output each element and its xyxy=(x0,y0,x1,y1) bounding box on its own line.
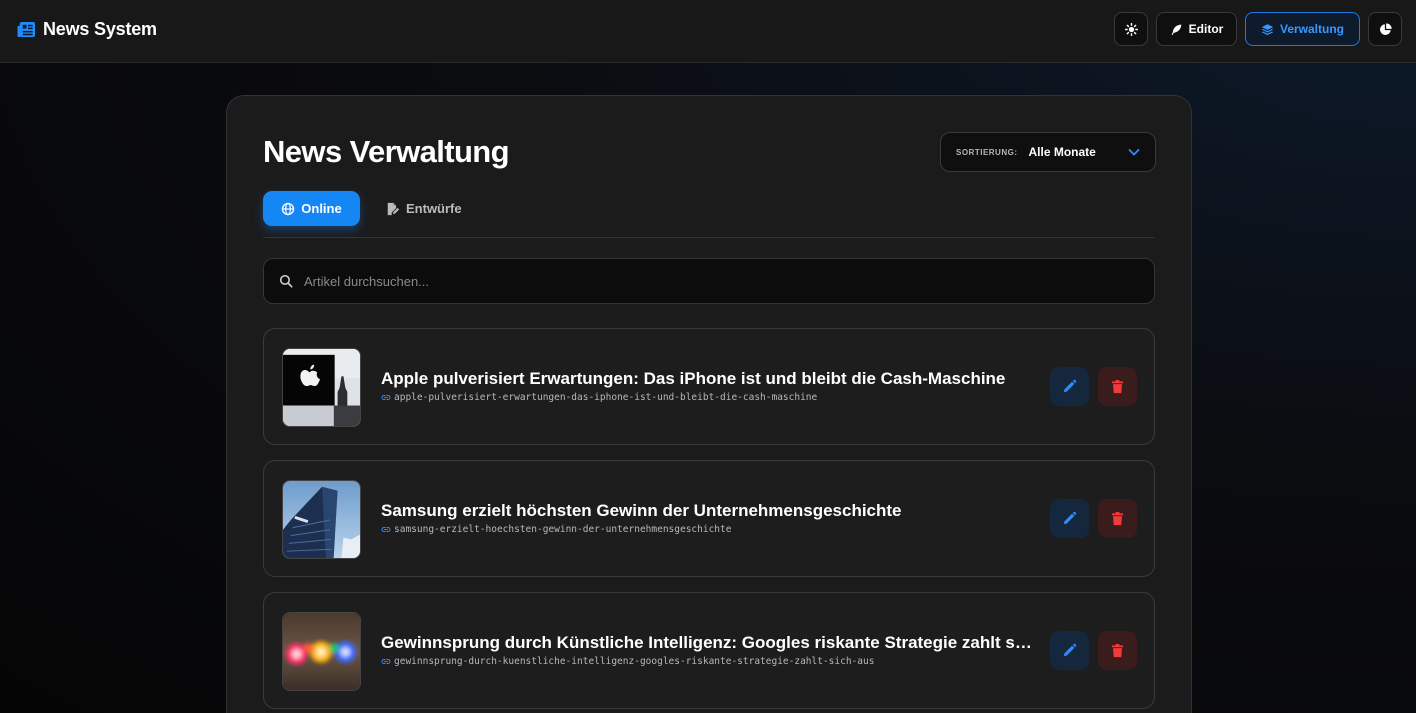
article-row[interactable]: Gewinnsprung durch Künstliche Intelligen… xyxy=(263,592,1155,709)
article-slug-row: samsung-erzielt-hoechsten-gewinn-der-unt… xyxy=(381,524,731,535)
article-row[interactable]: Apple pulverisiert Erwartungen: Das iPho… xyxy=(263,328,1155,445)
search-icon xyxy=(279,274,293,288)
sort-dropdown[interactable]: SORTIERUNG: Alle Monate xyxy=(940,132,1156,172)
tab-online[interactable]: Online xyxy=(263,191,360,226)
tab-drafts-label: Entwürfe xyxy=(406,201,462,216)
verwaltung-nav-label: Verwaltung xyxy=(1279,22,1344,36)
article-slug: samsung-erzielt-hoechsten-gewinn-der-unt… xyxy=(394,524,732,535)
delete-button[interactable] xyxy=(1098,631,1137,670)
google-lights-image xyxy=(283,613,360,690)
article-thumbnail[interactable] xyxy=(282,612,361,691)
theme-toggle-button[interactable] xyxy=(1114,12,1148,46)
article-title[interactable]: Apple pulverisiert Erwartungen: Das iPho… xyxy=(381,369,1036,389)
layers-icon xyxy=(1261,23,1274,35)
trash-icon xyxy=(1111,643,1124,658)
pie-chart-icon xyxy=(1379,22,1392,35)
link-icon xyxy=(381,394,391,400)
news-management-card: News Verwaltung SORTIERUNG: Alle Monate … xyxy=(226,95,1192,713)
samsung-building-image xyxy=(283,481,360,558)
newspaper-icon xyxy=(17,21,35,37)
pencil-icon xyxy=(1063,511,1077,525)
brand[interactable]: News System xyxy=(17,18,157,40)
trash-icon xyxy=(1111,379,1124,394)
article-thumbnail[interactable] xyxy=(282,480,361,559)
trash-icon xyxy=(1111,511,1124,526)
tab-online-label: Online xyxy=(301,201,342,216)
stats-nav-button[interactable] xyxy=(1368,12,1402,46)
file-edit-icon xyxy=(387,202,400,215)
brand-title: News System xyxy=(43,18,157,39)
verwaltung-nav-button[interactable]: Verwaltung xyxy=(1245,12,1360,46)
sort-label: SORTIERUNG: xyxy=(956,147,1018,157)
edit-button[interactable] xyxy=(1050,367,1089,406)
edit-button[interactable] xyxy=(1050,499,1089,538)
page-title: News Verwaltung xyxy=(263,134,510,169)
feather-icon xyxy=(1171,24,1182,35)
article-slug: gewinnsprung-durch-kuenstliche-intellige… xyxy=(394,656,875,667)
globe-icon xyxy=(282,202,295,215)
sort-value: Alle Monate xyxy=(1028,145,1096,159)
link-icon xyxy=(381,526,391,532)
edit-button[interactable] xyxy=(1050,631,1089,670)
delete-button[interactable] xyxy=(1098,499,1137,538)
article-slug-row: gewinnsprung-durch-kuenstliche-intellige… xyxy=(381,656,874,667)
article-thumbnail[interactable] xyxy=(282,348,361,427)
editor-nav-label: Editor xyxy=(1188,22,1224,36)
delete-button[interactable] xyxy=(1098,367,1137,406)
search-input[interactable] xyxy=(304,273,1124,289)
article-row[interactable]: Samsung erzielt höchsten Gewinn der Unte… xyxy=(263,460,1155,577)
link-icon xyxy=(381,658,391,664)
chevron-down-icon xyxy=(1128,149,1140,156)
article-slug-row: apple-pulverisiert-erwartungen-das-iphon… xyxy=(381,392,817,403)
tab-drafts[interactable]: Entwürfe xyxy=(386,191,462,226)
article-title[interactable]: Gewinnsprung durch Künstliche Intelligen… xyxy=(381,633,1036,653)
pencil-icon xyxy=(1063,643,1077,657)
search-box[interactable] xyxy=(263,258,1155,304)
sun-icon xyxy=(1124,22,1138,36)
apple-store-image xyxy=(283,349,360,426)
article-slug: apple-pulverisiert-erwartungen-das-iphon… xyxy=(394,392,818,403)
editor-nav-button[interactable]: Editor xyxy=(1156,12,1237,46)
pencil-icon xyxy=(1063,379,1077,393)
top-bar: News System Editor Verwaltung xyxy=(0,0,1416,63)
article-title[interactable]: Samsung erzielt höchsten Gewinn der Unte… xyxy=(381,501,1036,521)
tabs-divider xyxy=(263,237,1155,238)
